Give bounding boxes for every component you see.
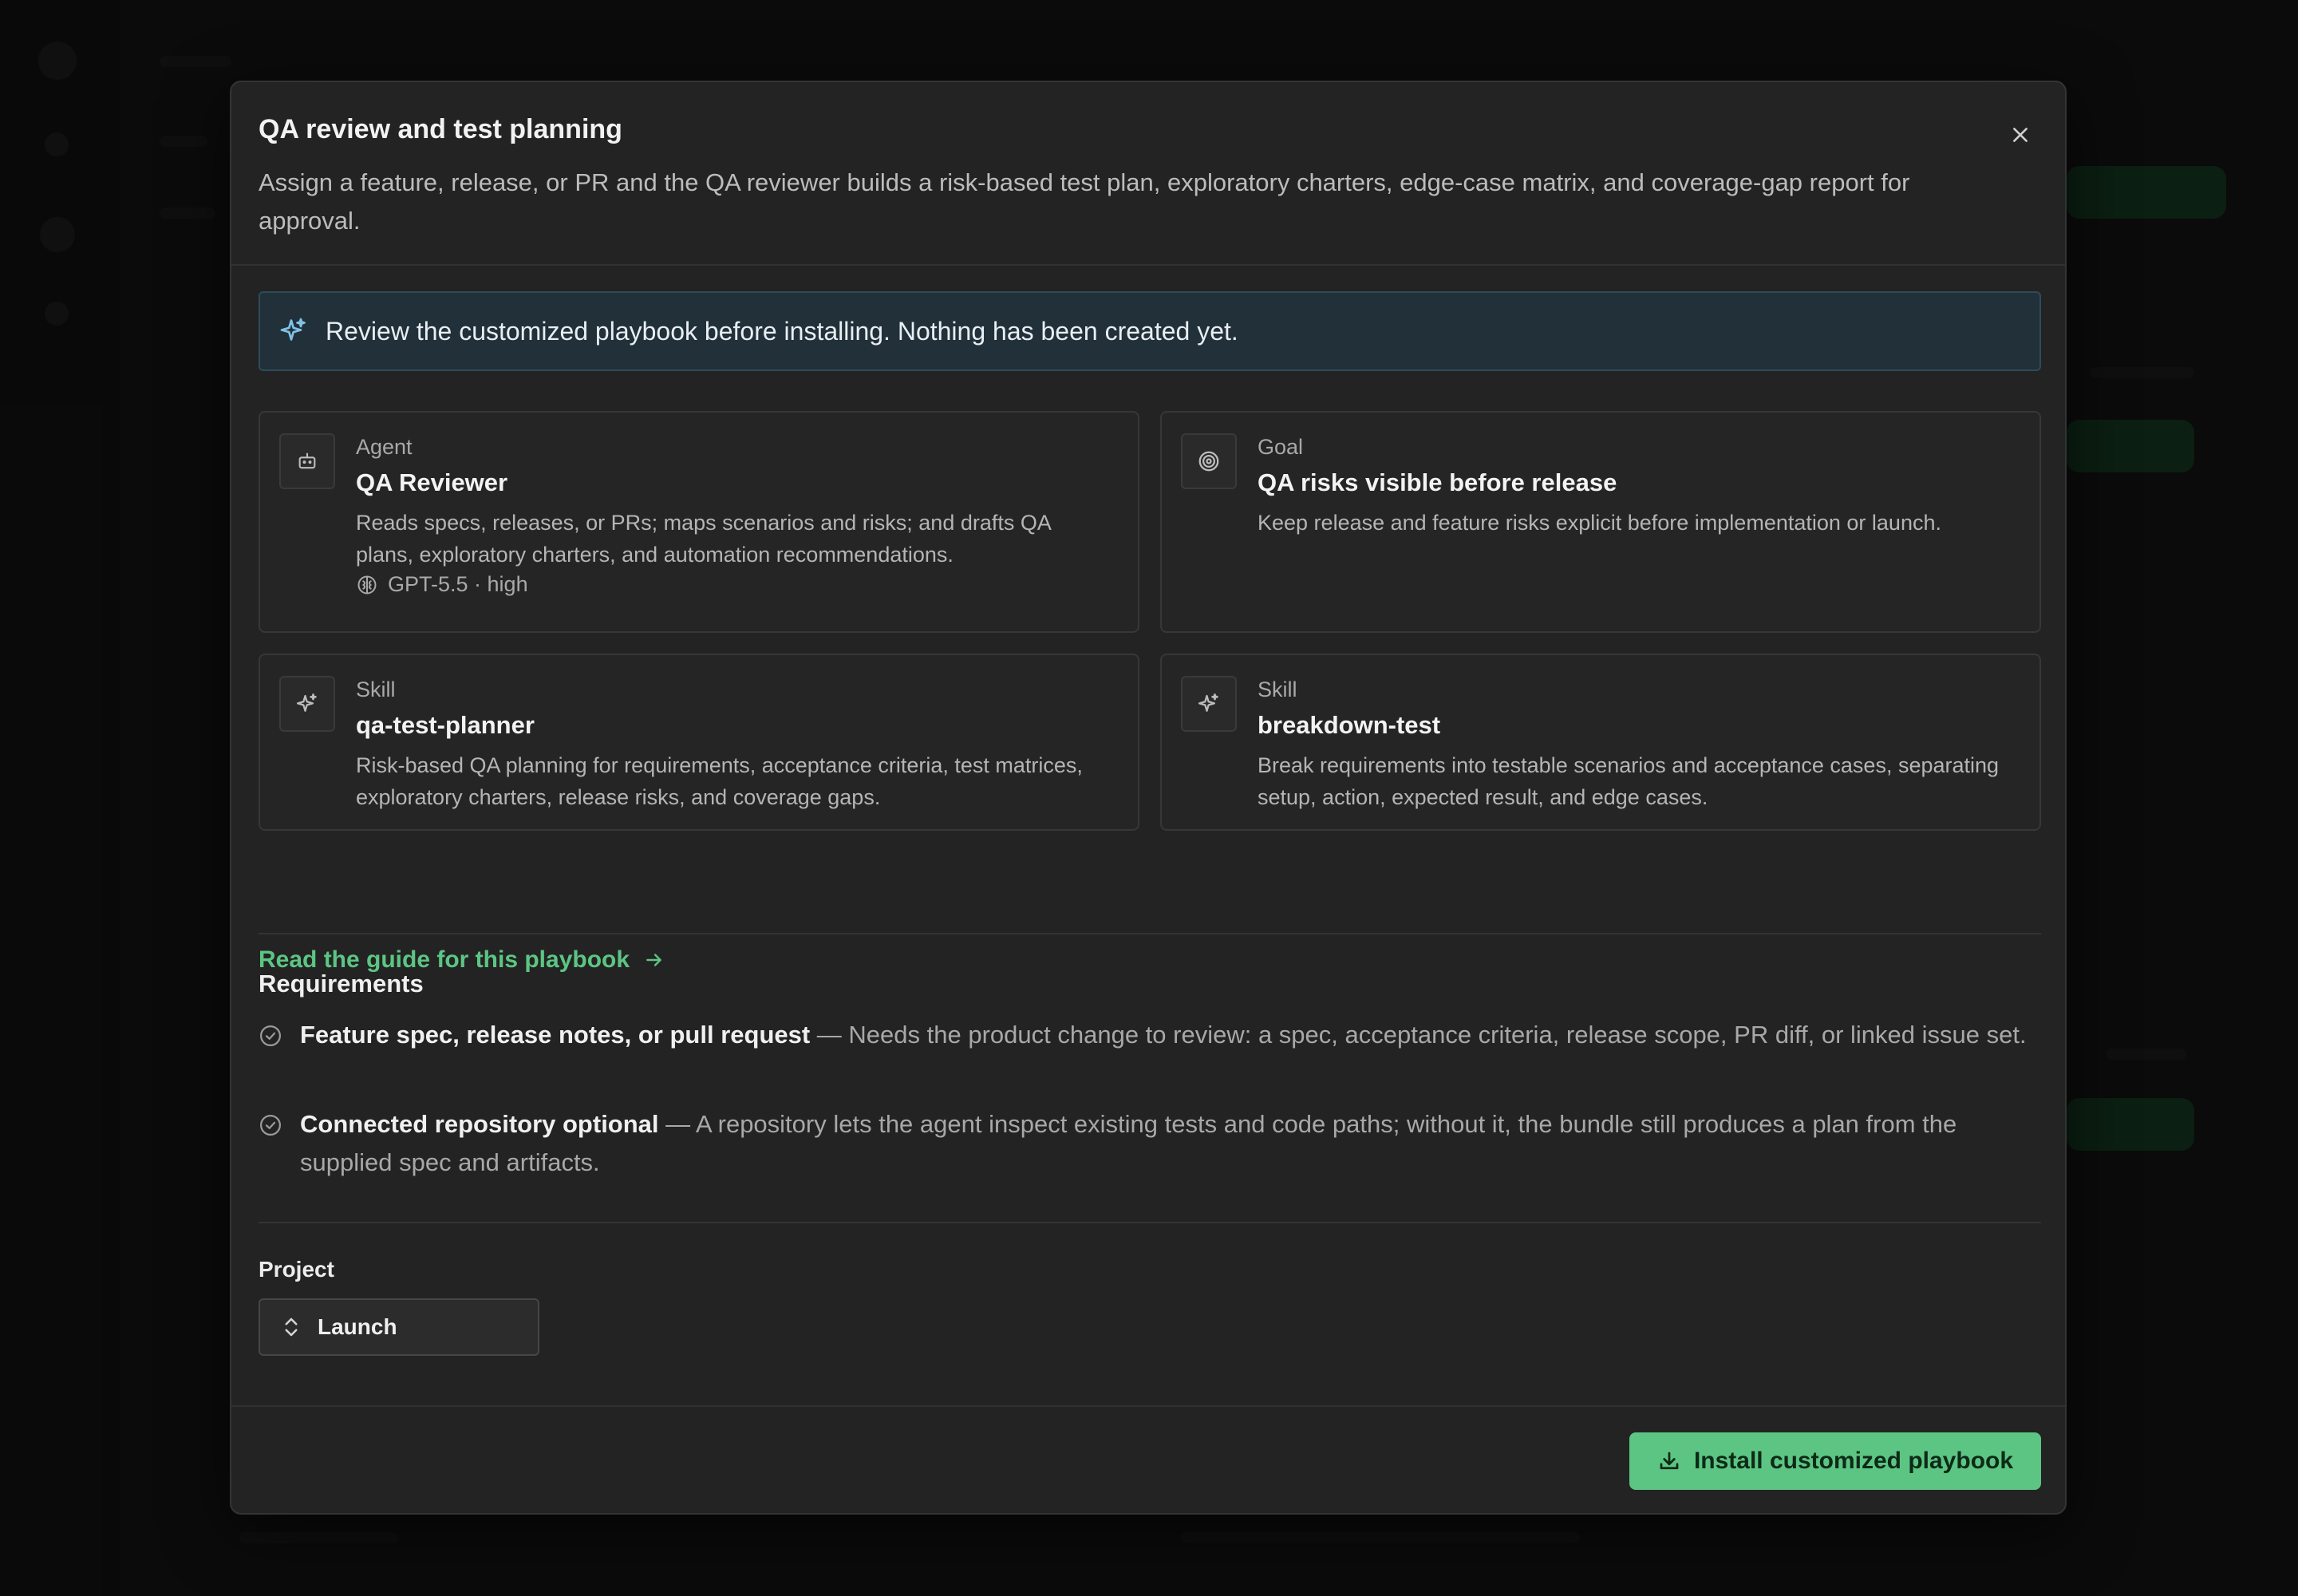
download-icon [1660,1452,1679,1470]
section-divider [259,933,2041,934]
skill-card: Skill breakdown-test Break requirements … [1160,654,2041,831]
requirement-text: Feature spec, release notes, or pull req… [300,1016,2027,1054]
card-kind-label: Agent [356,435,413,459]
card-description: Reads specs, releases, or PRs; maps scen… [356,511,1051,567]
info-banner-text: Review the customized playbook before in… [326,316,1238,346]
card-title: QA risks visible before release [1258,468,1617,496]
chevron-up-down-icon [281,1314,302,1341]
brain-icon [357,575,377,594]
requirements-title: Requirements [259,970,424,998]
skill-card: Skill qa-test-planner Risk-based QA plan… [259,654,1139,831]
requirement-name: Connected repository optional [300,1110,659,1138]
sparkle-icon [279,676,335,732]
target-icon [1181,433,1237,489]
project-select-value: Launch [318,1314,397,1339]
sparkle-icon [278,315,310,347]
section-divider [259,1222,2041,1223]
requirement-name: Feature spec, release notes, or pull req… [300,1021,811,1049]
card-kind-label: Goal [1258,435,1304,459]
close-icon [2013,128,2028,142]
sparkle-icon [1181,676,1237,732]
project-select[interactable]: Launch [259,1298,539,1356]
model-meta-text: GPT-5.5 · high [388,572,528,596]
playbook-install-dialog: QA review and test planning Assign a fea… [230,81,2067,1515]
card-description: Break requirements into testable scenari… [1258,753,2000,809]
project-label: Project [259,1257,334,1282]
check-circle-icon [260,1025,281,1046]
agent-card: Agent QA Reviewer Reads specs, releases,… [259,411,1139,633]
arrow-right-icon [646,954,661,966]
requirement-detail: — Needs the product change to review: a … [810,1021,2027,1049]
card-title: breakdown-test [1258,711,1441,739]
goal-card: Goal QA risks visible before release Kee… [1160,411,2041,633]
install-playbook-button[interactable]: Install customized playbook [1629,1432,2041,1490]
dialog-header: QA review and test planning Assign a fea… [231,82,2065,266]
model-meta: GPT-5.5 · high [356,572,528,597]
close-button[interactable] [2000,114,2041,156]
requirement-item: Connected repository optional — A reposi… [259,1105,2041,1182]
card-kind-label: Skill [1258,678,1297,701]
card-title: QA Reviewer [356,468,508,496]
card-description: Keep release and feature risks explicit … [1258,511,1941,535]
dialog-title: QA review and test planning [259,114,622,144]
card-description: Risk-based QA planning for requirements,… [356,753,1083,809]
requirement-item: Feature spec, release notes, or pull req… [259,1016,2041,1054]
requirement-text: Connected repository optional — A reposi… [300,1105,2041,1182]
card-kind-label: Skill [356,678,396,701]
card-title: qa-test-planner [356,711,535,739]
footer-divider [231,1405,2065,1407]
dialog-description: Assign a feature, release, or PR and the… [259,168,1910,235]
info-banner: Review the customized playbook before in… [259,291,2041,371]
check-circle-icon [260,1115,281,1136]
robot-icon [279,433,335,489]
install-button-label: Install customized playbook [1693,1448,2014,1474]
